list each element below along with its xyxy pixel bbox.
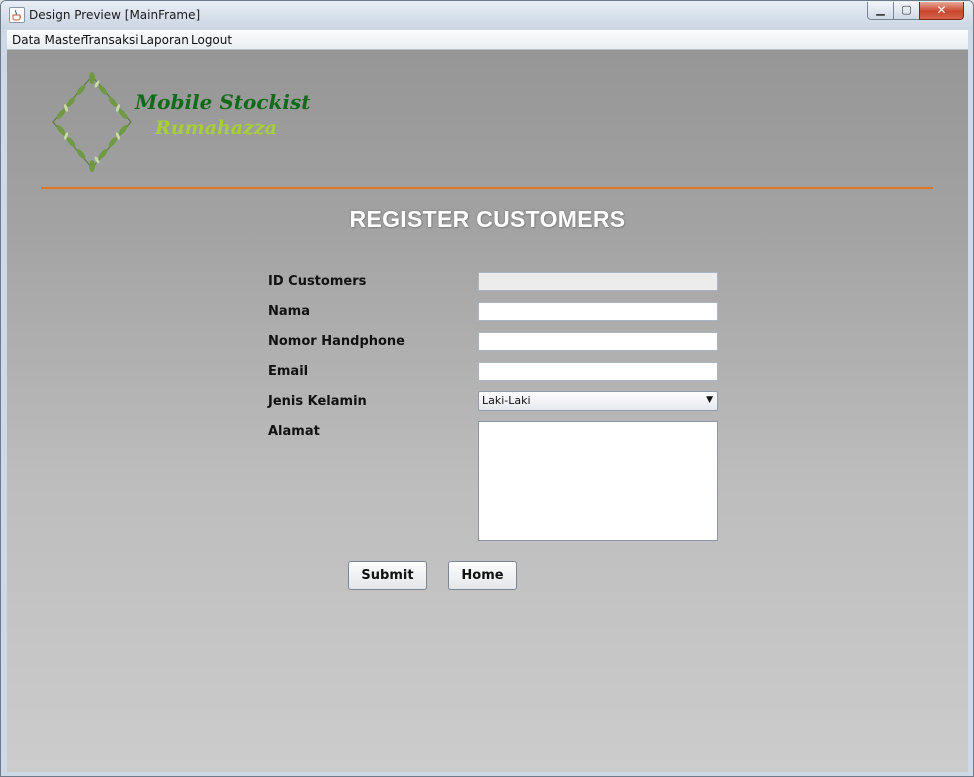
id-customers-field[interactable] [478,272,718,291]
close-icon: ✕ [936,3,947,17]
menu-logout[interactable]: Logout [191,33,232,47]
minimize-button[interactable]: ▁ [867,2,894,20]
submit-button[interactable]: Submit [348,561,427,590]
nomor-handphone-field[interactable] [478,332,718,351]
alamat-label: Alamat [268,424,320,439]
close-button[interactable]: ✕ [919,2,964,20]
page-title: REGISTER CUSTOMERS [349,206,626,232]
nama-field[interactable] [478,302,718,321]
main-window: Design Preview [MainFrame] ▁ ▢ ✕ Data Ma… [0,0,974,777]
jenis-kelamin-label: Jenis Kelamin [268,394,367,409]
maximize-button[interactable]: ▢ [893,2,920,20]
minimize-icon: ▁ [876,3,885,16]
jenis-kelamin-select[interactable]: Laki-Laki ▼ [478,391,718,411]
menu-transaksi[interactable]: Transaksi [83,33,139,47]
email-field[interactable] [478,362,718,381]
email-label: Email [268,364,309,379]
menu-data-master[interactable]: Data Master [12,33,85,47]
jenis-kelamin-value: Laki-Laki [482,394,531,407]
title-bar[interactable]: Design Preview [MainFrame] ▁ ▢ ✕ [1,1,973,29]
brand-title: Mobile Stockist [135,90,311,114]
menu-bar: Data Master Transaksi Laporan Logout [7,30,968,50]
chevron-down-icon: ▼ [706,395,713,405]
nama-label: Nama [268,304,310,319]
maximize-icon: ▢ [901,3,912,16]
java-app-icon[interactable] [9,7,25,23]
id-customers-label: ID Customers [268,274,367,289]
alamat-textarea[interactable] [478,421,718,541]
nomor-handphone-label: Nomor Handphone [268,334,406,349]
header-divider [41,187,933,189]
menu-laporan[interactable]: Laporan [140,33,189,47]
home-button[interactable]: Home [448,561,517,590]
content-panel: Mobile Stockist Rumahazza REGISTER CUSTO… [7,50,968,772]
brand-subtitle: Rumahazza [155,117,278,139]
window-title: Design Preview [MainFrame] [29,8,201,22]
leaf-wreath-icon [52,72,132,172]
